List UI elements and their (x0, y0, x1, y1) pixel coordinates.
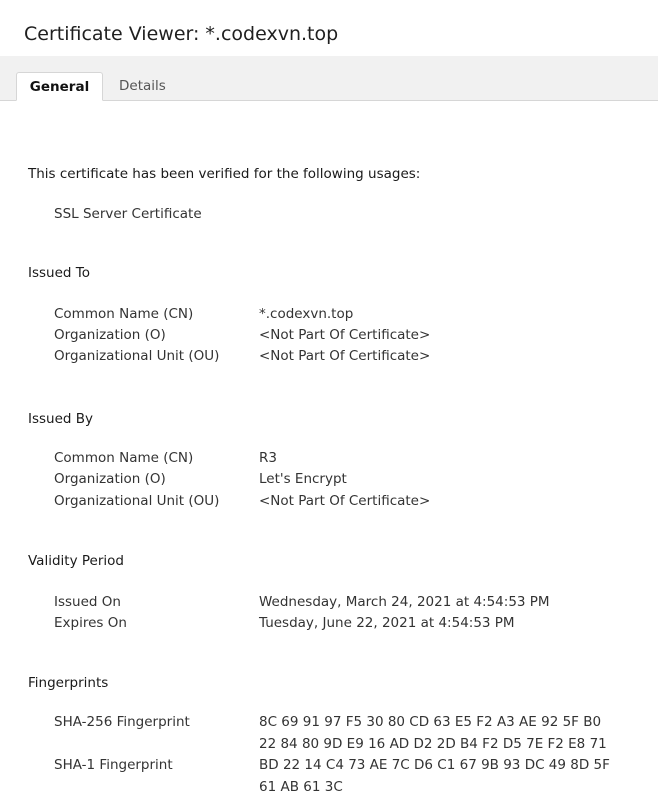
issued-by-o-value: Let's Encrypt (259, 471, 347, 487)
issued-by-ou-label: Organizational Unit (OU) (54, 493, 220, 509)
issued-by-heading: Issued By (28, 411, 94, 427)
sha1-value-line1: BD 22 14 C4 73 AE 7C D6 C1 67 9B 93 DC 4… (259, 757, 610, 773)
title-bar: Certificate Viewer: *.codexvn.top (0, 0, 658, 56)
general-panel: This certificate has been verified for t… (0, 101, 658, 810)
issued-to-heading: Issued To (28, 265, 90, 281)
usage-ssl-server: SSL Server Certificate (54, 206, 202, 222)
issued-to-o-value: <Not Part Of Certificate> (259, 327, 431, 343)
issued-by-cn-value: R3 (259, 450, 277, 466)
issued-to-cn-label: Common Name (CN) (54, 306, 194, 322)
verified-usages-text: This certificate has been verified for t… (28, 166, 421, 182)
issued-on-value: Wednesday, March 24, 2021 at 4:54:53 PM (259, 594, 550, 610)
tab-bar: General Details (0, 56, 658, 101)
window-title: Certificate Viewer: *.codexvn.top (24, 23, 339, 45)
issued-by-ou-value: <Not Part Of Certificate> (259, 493, 431, 509)
expires-on-value: Tuesday, June 22, 2021 at 4:54:53 PM (259, 615, 515, 631)
fingerprints-heading: Fingerprints (28, 675, 109, 691)
issued-by-o-label: Organization (O) (54, 471, 166, 487)
sha1-value-line2: 61 AB 61 3C (259, 779, 343, 795)
sha1-label: SHA-1 Fingerprint (54, 757, 173, 773)
issued-to-o-label: Organization (O) (54, 327, 166, 343)
sha256-value-line1: 8C 69 91 97 F5 30 80 CD 63 E5 F2 A3 AE 9… (259, 714, 602, 730)
tab-general[interactable]: General (16, 72, 103, 101)
sha256-label: SHA-256 Fingerprint (54, 714, 190, 730)
tab-details[interactable]: Details (107, 72, 178, 100)
issued-to-ou-value: <Not Part Of Certificate> (259, 348, 431, 364)
issued-to-cn-value: *.codexvn.top (259, 306, 354, 322)
issued-by-cn-label: Common Name (CN) (54, 450, 194, 466)
issued-to-ou-label: Organizational Unit (OU) (54, 348, 220, 364)
validity-heading: Validity Period (28, 553, 124, 569)
issued-on-label: Issued On (54, 594, 121, 610)
sha256-value-line2: 22 84 80 9D E9 16 AD D2 2D B4 F2 D5 7E F… (259, 736, 607, 752)
expires-on-label: Expires On (54, 615, 127, 631)
